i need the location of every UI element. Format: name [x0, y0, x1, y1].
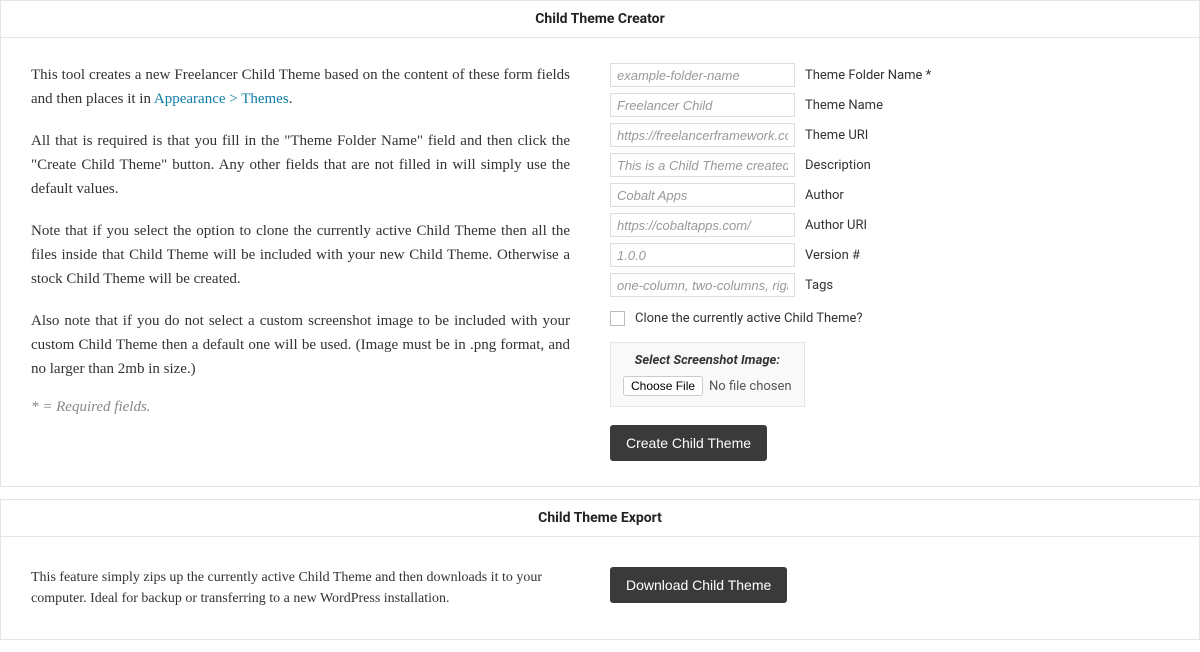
tags-input[interactable] [610, 273, 795, 297]
theme-folder-name-label: Theme Folder Name * [805, 68, 931, 83]
clone-checkbox-row: Clone the currently active Child Theme? [610, 311, 1169, 326]
export-panel-body: This feature simply zips up the currentl… [1, 537, 1199, 639]
child-theme-export-panel: Child Theme Export This feature simply z… [0, 499, 1200, 640]
creator-para3: Note that if you select the option to cl… [31, 219, 570, 291]
creator-intro-suffix: . [289, 91, 293, 107]
creator-panel-body: This tool creates a new Freelancer Child… [1, 38, 1199, 486]
export-description: This feature simply zips up the currentl… [31, 567, 570, 609]
tags-label: Tags [805, 278, 833, 293]
export-button-column: Download Child Theme [600, 567, 1169, 609]
author-uri-input[interactable] [610, 213, 795, 237]
author-label: Author [805, 188, 844, 203]
clone-checkbox[interactable] [610, 311, 625, 326]
download-child-theme-button[interactable]: Download Child Theme [610, 567, 787, 603]
appearance-themes-link[interactable]: Appearance > Themes [154, 91, 289, 107]
field-row-description: Description [610, 153, 1169, 177]
description-label: Description [805, 158, 871, 173]
field-row-version: Version # [610, 243, 1169, 267]
author-uri-label: Author URI [805, 218, 867, 233]
theme-folder-name-input[interactable] [610, 63, 795, 87]
creator-panel-title: Child Theme Creator [1, 1, 1199, 38]
theme-uri-label: Theme URI [805, 128, 868, 143]
creator-form-column: Theme Folder Name * Theme Name Theme URI… [600, 63, 1169, 461]
file-status-text: No file chosen [709, 379, 792, 394]
field-row-folder-name: Theme Folder Name * [610, 63, 1169, 87]
create-button-row: Create Child Theme [610, 425, 1169, 461]
creator-intro-paragraph: This tool creates a new Freelancer Child… [31, 63, 570, 111]
description-input[interactable] [610, 153, 795, 177]
export-panel-title: Child Theme Export [1, 500, 1199, 537]
version-input[interactable] [610, 243, 795, 267]
version-label: Version # [805, 248, 860, 263]
creator-para4: Also note that if you do not select a cu… [31, 309, 570, 381]
create-child-theme-button[interactable]: Create Child Theme [610, 425, 767, 461]
theme-name-label: Theme Name [805, 98, 883, 113]
screenshot-box: Select Screenshot Image: Choose File No … [610, 342, 805, 407]
author-input[interactable] [610, 183, 795, 207]
theme-uri-input[interactable] [610, 123, 795, 147]
choose-file-button[interactable]: Choose File [623, 376, 703, 396]
creator-para2: All that is required is that you fill in… [31, 129, 570, 201]
field-row-author-uri: Author URI [610, 213, 1169, 237]
child-theme-creator-panel: Child Theme Creator This tool creates a … [0, 0, 1200, 487]
field-row-author: Author [610, 183, 1169, 207]
creator-intro-prefix: This tool creates a new Freelancer Child… [31, 67, 570, 107]
required-fields-note: * = Required fields. [31, 399, 570, 416]
field-row-theme-uri: Theme URI [610, 123, 1169, 147]
file-input-row: Choose File No file chosen [623, 376, 792, 396]
creator-description-column: This tool creates a new Freelancer Child… [31, 63, 600, 461]
field-row-tags: Tags [610, 273, 1169, 297]
export-description-column: This feature simply zips up the currentl… [31, 567, 600, 609]
field-row-theme-name: Theme Name [610, 93, 1169, 117]
theme-name-input[interactable] [610, 93, 795, 117]
screenshot-title: Select Screenshot Image: [623, 353, 792, 368]
clone-checkbox-label: Clone the currently active Child Theme? [635, 311, 863, 326]
